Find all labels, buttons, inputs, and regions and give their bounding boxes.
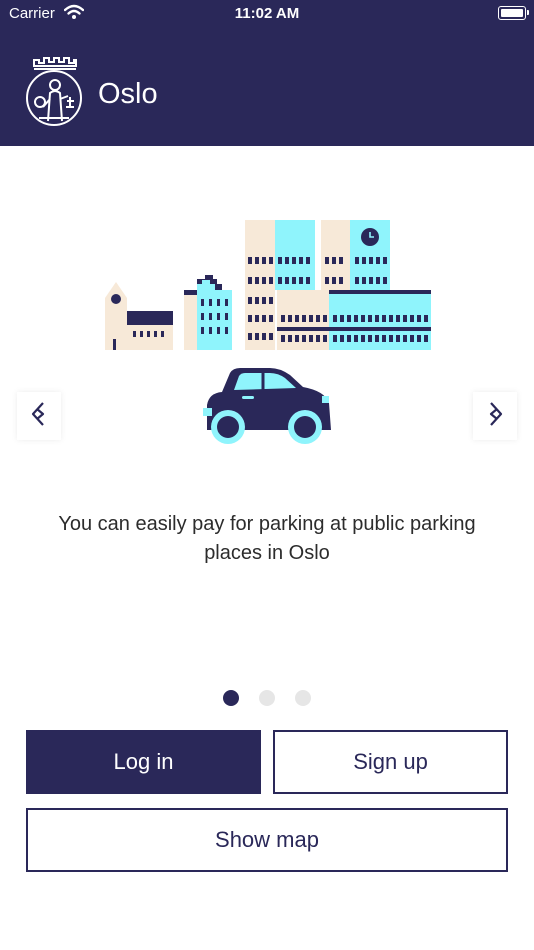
carousel-next-button[interactable] (473, 392, 517, 440)
onboarding-caption: You can easily pay for parking at public… (58, 513, 476, 564)
status-bar: Carrier 11:02 AM (0, 0, 534, 28)
show-map-button[interactable]: Show map (26, 808, 508, 872)
oslo-coat-of-arms-logo (24, 55, 84, 129)
page-dot-3[interactable] (295, 690, 311, 706)
page-dot-1[interactable] (223, 690, 239, 706)
chevron-right-icon (484, 401, 506, 432)
login-button[interactable]: Log in (26, 730, 261, 794)
signup-button[interactable]: Sign up (273, 730, 508, 794)
page-indicator (0, 690, 534, 706)
chevron-left-icon (28, 401, 50, 432)
city-parking-illustration (100, 215, 440, 450)
status-time: 11:02 AM (234, 5, 300, 22)
app-title: Oslo (98, 78, 158, 110)
app-header: Carrier 11:02 AM Oslo (0, 0, 534, 146)
page-dot-2[interactable] (259, 690, 275, 706)
battery-icon (498, 6, 529, 20)
carousel-previous-button[interactable] (17, 392, 61, 440)
